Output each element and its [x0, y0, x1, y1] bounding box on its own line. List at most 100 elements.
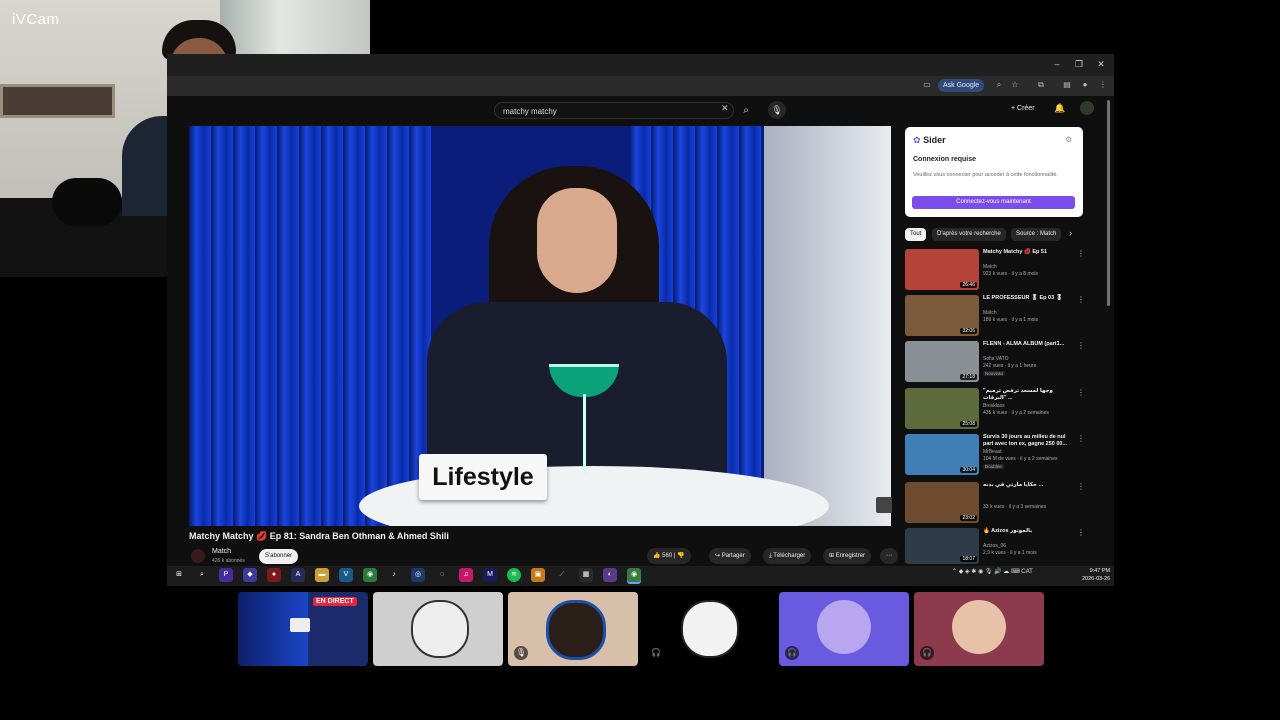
- scrollbar[interactable]: [1107, 100, 1110, 306]
- profile-icon[interactable]: ●: [1079, 79, 1091, 91]
- recommendation-title[interactable]: "وجها لمسعد ترفض ترميم البرقات" ...: [983, 388, 1075, 402]
- recommendation-item[interactable]: 25:08 "وجها لمسعد ترفض ترميم البرقات" ..…: [905, 388, 1085, 430]
- app-icon[interactable]: M: [483, 568, 497, 582]
- download-button[interactable]: ⤓ Télécharger: [763, 548, 812, 564]
- app-icon[interactable]: ▦: [579, 568, 593, 582]
- gear-icon[interactable]: ⚙: [1065, 135, 1072, 144]
- discord-icon[interactable]: ◐: [603, 568, 617, 582]
- tiktok-icon[interactable]: ♪: [387, 568, 401, 582]
- search-icon[interactable]: ⌕: [738, 102, 754, 119]
- close-window-button[interactable]: ✕: [1095, 58, 1107, 70]
- extensions-icon[interactable]: ⧉: [1035, 79, 1047, 91]
- language-indicator[interactable]: CAT: [1021, 569, 1033, 575]
- recommendation-title[interactable]: Survis 30 jours au milieu de nul part av…: [983, 434, 1075, 448]
- recommendation-title[interactable]: 🔥 Azizos بالموتور: [983, 528, 1075, 535]
- like-button[interactable]: 👍 560 | 👎: [647, 548, 691, 564]
- recommendation-item[interactable]: 23:02 حكايا مارتي في بدنه ... 33 k vues …: [905, 482, 1085, 524]
- app-icon[interactable]: ⟋: [555, 568, 569, 582]
- chrome-active-icon[interactable]: ◉: [627, 568, 641, 582]
- participant-tile[interactable]: 🎧: [779, 592, 909, 666]
- participant-tile[interactable]: 🎧: [643, 592, 773, 666]
- app-icon[interactable]: V: [339, 568, 353, 582]
- recommendation-item[interactable]: 32:06 LE PROFESSEUR 🎖 Ep 03 🎖 Match 189 …: [905, 295, 1085, 337]
- participant-tile-stream[interactable]: EN DIRECT: [238, 592, 368, 666]
- more-options-icon[interactable]: ⋮: [1077, 482, 1085, 491]
- clear-search-icon[interactable]: ✕: [721, 103, 729, 114]
- notifications-icon[interactable]: 🔔: [1054, 103, 1065, 114]
- channel-watermark-icon[interactable]: [876, 497, 892, 513]
- participant-tile[interactable]: [373, 592, 503, 666]
- ask-google-button[interactable]: Ask Google: [938, 79, 985, 92]
- recommendation-thumbnail[interactable]: 30:04: [905, 434, 979, 475]
- recommendation-thumbnail[interactable]: 26:46: [905, 249, 979, 290]
- recommendation-title[interactable]: Matchy Matchy 💋 Ep 51: [983, 249, 1075, 256]
- recommendation-channel[interactable]: Match: [983, 264, 997, 270]
- maximize-button[interactable]: ❐: [1073, 58, 1085, 70]
- voice-search-icon[interactable]: 🎙: [768, 101, 786, 119]
- chip-recommended[interactable]: D'après votre recherche: [932, 228, 1006, 241]
- subscribe-button[interactable]: S'abonner: [259, 549, 299, 564]
- recommendation-channel[interactable]: Match: [983, 310, 997, 316]
- browser-menu-icon[interactable]: ⋮: [1097, 79, 1109, 91]
- curtain: [211, 126, 233, 526]
- share-button[interactable]: ↪ Partager: [709, 548, 751, 564]
- recommendation-channel[interactable]: Brosklass: [983, 403, 1005, 409]
- recommendation-title[interactable]: FLENN - ALMA ALBUM (part1...: [983, 341, 1075, 348]
- search-input[interactable]: matchy matchy: [494, 102, 734, 119]
- recommendation-channel[interactable]: Azizos_06: [983, 543, 1006, 549]
- more-options-icon[interactable]: ⋮: [1077, 295, 1085, 304]
- sider-login-button[interactable]: Connectez-vous maintenant: [912, 196, 1075, 209]
- more-actions-button[interactable]: ⋯: [880, 548, 898, 564]
- minimize-button[interactable]: –: [1051, 58, 1063, 70]
- app-icon[interactable]: ♫: [459, 568, 473, 582]
- search-taskbar-icon[interactable]: ⌕: [195, 568, 209, 582]
- cast-icon[interactable]: ▭: [921, 79, 933, 91]
- more-options-icon[interactable]: ⋮: [1077, 341, 1085, 350]
- account-avatar[interactable]: [1080, 101, 1094, 115]
- recommendation-thumbnail[interactable]: 25:08: [905, 388, 979, 429]
- recommendation-thumbnail[interactable]: 32:06: [905, 295, 979, 336]
- more-options-icon[interactable]: ⋮: [1077, 434, 1085, 443]
- chrome-icon[interactable]: ◉: [363, 568, 377, 582]
- app-icon[interactable]: ◆: [243, 568, 257, 582]
- recommendation-title[interactable]: حكايا مارتي في بدنه ...: [983, 482, 1075, 489]
- recommendation-title[interactable]: LE PROFESSEUR 🎖 Ep 03 🎖: [983, 295, 1075, 302]
- bookmark-star-icon[interactable]: ☆: [1009, 79, 1021, 91]
- sidebar-icon[interactable]: ▤: [1061, 79, 1073, 91]
- participant-tile[interactable]: 🎙: [508, 592, 638, 666]
- create-button[interactable]: + Créer: [1011, 103, 1035, 115]
- steam-icon[interactable]: ◎: [411, 568, 425, 582]
- recommendation-item[interactable]: 30:04 Survis 30 jours au milieu de nul p…: [905, 434, 1085, 476]
- recommendation-channel[interactable]: Sofia VATO: [983, 356, 1009, 362]
- start-icon[interactable]: ⊞: [172, 568, 186, 582]
- system-tray[interactable]: ⌃ ◆ ◈ ✱ ◉ 🎙 🔊 ☁ ⌨ CAT: [952, 568, 1033, 575]
- recommendation-channel[interactable]: MrBeast: [983, 449, 1002, 455]
- recommendation-item[interactable]: 18:07 🔥 Azizos بالموتور Azizos_06 2,9 k …: [905, 528, 1085, 570]
- recommendation-thumbnail[interactable]: 23:02: [905, 482, 979, 523]
- recommendation-item[interactable]: 27:18 FLENN - ALMA ALBUM (part1... Sofia…: [905, 341, 1085, 383]
- zoom-icon[interactable]: ⌕: [993, 79, 1005, 91]
- video-player[interactable]: Lifestyle: [189, 126, 891, 526]
- more-options-icon[interactable]: ⋮: [1077, 528, 1085, 537]
- recommendation-thumbnail[interactable]: 18:07: [905, 528, 979, 564]
- more-options-icon[interactable]: ⋮: [1077, 249, 1085, 258]
- chevron-right-icon[interactable]: ›: [1069, 228, 1072, 238]
- chip-source[interactable]: Source : Match: [1011, 228, 1062, 241]
- recommendation-item[interactable]: 26:46 Matchy Matchy 💋 Ep 51 Match 923 k …: [905, 249, 1085, 291]
- folder-icon[interactable]: ▬: [315, 568, 329, 582]
- participant-avatar: [952, 600, 1006, 654]
- app-icon[interactable]: A: [291, 568, 305, 582]
- channel-name[interactable]: Match: [212, 548, 231, 555]
- chip-all[interactable]: Tout: [905, 228, 927, 241]
- more-options-icon[interactable]: ⋮: [1077, 388, 1085, 397]
- spotify-icon[interactable]: ≋: [507, 568, 521, 582]
- channel-avatar[interactable]: [191, 549, 205, 563]
- app-icon[interactable]: ●: [267, 568, 281, 582]
- app-icon[interactable]: P: [219, 568, 233, 582]
- participant-tile[interactable]: 🎧: [914, 592, 1044, 666]
- taskbar-clock[interactable]: 9:47 PM 2026-03-26: [1082, 567, 1110, 583]
- app-icon[interactable]: ◌: [435, 568, 449, 582]
- save-button[interactable]: ⊞ Enregistrer: [823, 548, 872, 564]
- app-icon[interactable]: ▣: [531, 568, 545, 582]
- recommendation-thumbnail[interactable]: 27:18: [905, 341, 979, 382]
